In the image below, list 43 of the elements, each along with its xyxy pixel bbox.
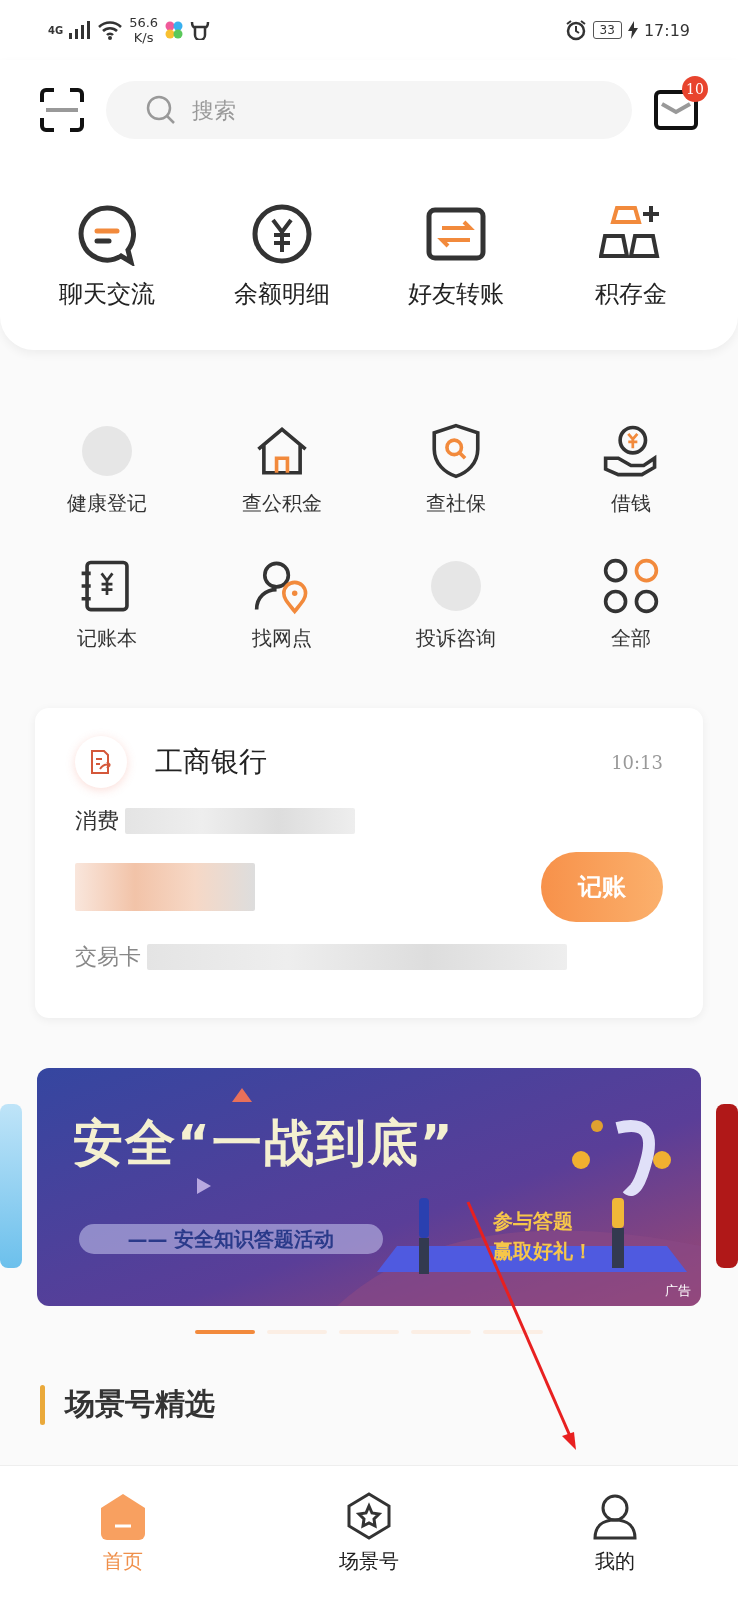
network-type: 4G [48, 24, 64, 36]
nav-tab[interactable]: 场景号 [246, 1466, 492, 1600]
quick-action[interactable]: 聊天交流 [20, 202, 195, 310]
charging-icon [627, 21, 638, 39]
nav-tab[interactable]: 我的 [492, 1466, 738, 1600]
clock-time: 17:19 [643, 20, 690, 40]
search-field[interactable]: 搜索 [106, 81, 632, 139]
quick-action[interactable]: 积存金 [543, 202, 718, 310]
bull-icon [190, 20, 211, 40]
section-title: 场景号精选 [65, 1385, 215, 1423]
alarm-icon [564, 19, 587, 41]
service-item[interactable]: 全部 [543, 557, 718, 652]
service-item[interactable]: 查社保 [369, 422, 544, 517]
wifi-icon [97, 20, 124, 40]
banner-subtitle: —— 安全知识答题活动 [79, 1224, 383, 1254]
section-accent-bar [40, 1384, 45, 1425]
card-time: 10:13 [611, 751, 663, 773]
promo-banner[interactable]: 安全“一战到底” —— 安全知识答题活动 参与答题 赢取好礼！ 广告 [37, 1068, 701, 1306]
card-text: 交易卡 [75, 943, 141, 971]
scan-icon[interactable] [40, 88, 84, 132]
grid-icon [601, 557, 660, 615]
banner-title: 安全“一战到底” [73, 1113, 455, 1174]
hexagon-star-icon [345, 1491, 393, 1540]
service-item[interactable]: 借钱 [543, 422, 718, 517]
clover-icon [164, 20, 185, 40]
network-speed: 56.6 K/s [129, 15, 159, 45]
card-title: 工商银行 [155, 744, 268, 780]
house-icon [99, 1491, 147, 1540]
card-text: 消费 [75, 807, 119, 835]
signal-icon [69, 21, 92, 39]
service-item[interactable]: 健康登记 [20, 422, 195, 517]
document-icon [88, 749, 114, 775]
service-item[interactable]: 查公积金 [194, 422, 369, 517]
quick-action[interactable]: 余额明细 [194, 202, 369, 310]
unread-badge: 10 [682, 76, 708, 102]
quick-action[interactable]: 好友转账 [369, 202, 544, 310]
banner-slogan: 参与答题 [493, 1208, 574, 1235]
service-item[interactable]: 找网点 [194, 557, 369, 652]
banner-slogan: 赢取好礼！ [493, 1238, 593, 1265]
service-item[interactable]: 投诉咨询 [369, 557, 544, 652]
service-item[interactable]: 记账本 [20, 557, 195, 652]
battery-level: 33 [592, 21, 622, 39]
ad-label: 广告 [665, 1282, 691, 1300]
